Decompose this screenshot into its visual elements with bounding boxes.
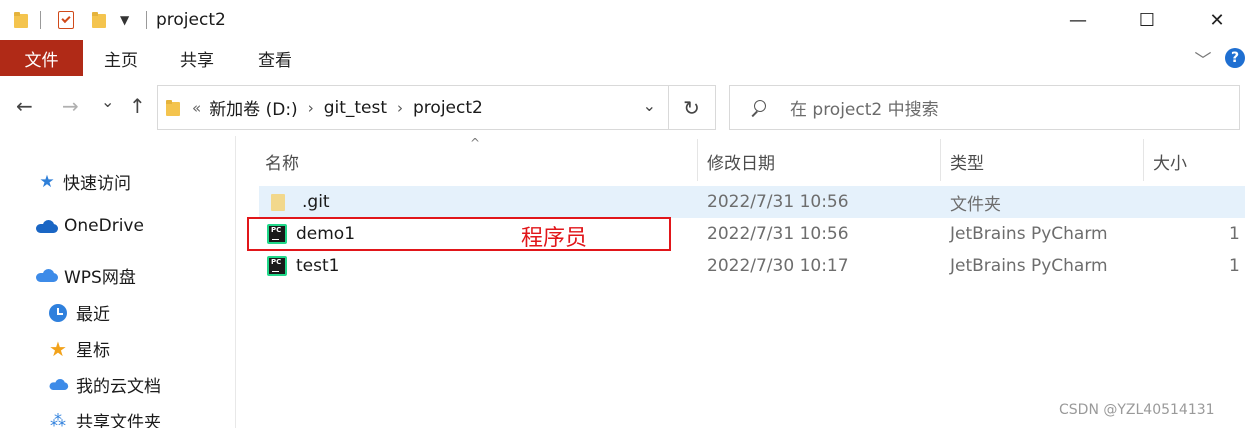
back-button[interactable]: ← xyxy=(16,94,33,118)
sidebar-item-label: 共享文件夹 xyxy=(76,413,161,428)
expand-ribbon-chevron-icon[interactable]: ﹀ xyxy=(1190,40,1216,76)
up-button[interactable]: ↑ xyxy=(129,94,146,118)
sort-ascending-icon: ^ xyxy=(470,136,481,150)
new-folder-icon[interactable] xyxy=(92,0,106,40)
sidebar-item-label: 我的云文档 xyxy=(76,377,161,397)
sidebar-item-cloud-docs[interactable]: 我的云文档 xyxy=(48,372,161,397)
column-header-name[interactable]: 名称 xyxy=(265,141,299,181)
sidebar-item-label: 星标 xyxy=(76,341,110,361)
file-size: 1 xyxy=(1229,256,1240,276)
tab-home[interactable]: 主页 xyxy=(96,40,146,76)
clock-icon xyxy=(48,303,68,322)
navigation-pane: ★ 快速访问 OneDrive WPS网盘 最近 ★ 星标 我的云文档 ⁂ 共享… xyxy=(0,136,236,428)
annotation-highlight-box xyxy=(247,217,671,251)
minimize-button[interactable]: — xyxy=(1055,0,1101,40)
file-type: JetBrains PyCharm xyxy=(950,224,1108,244)
sidebar-item-shared-folder[interactable]: ⁂ 共享文件夹 xyxy=(48,408,161,428)
pycharm-icon: PC xyxy=(267,256,287,276)
table-row[interactable]: .git 2022/7/31 10:56 文件夹 xyxy=(259,186,1245,218)
column-divider[interactable] xyxy=(1143,139,1144,181)
column-divider[interactable] xyxy=(697,139,698,181)
ribbon-tabs: 文件 主页 共享 查看 ﹀ ? xyxy=(0,40,1245,78)
tab-file[interactable]: 文件 xyxy=(0,40,83,76)
star-icon: ★ xyxy=(49,336,67,361)
sidebar-item-quick-access[interactable]: ★ 快速访问 xyxy=(37,169,131,195)
column-header-size[interactable]: 大小 xyxy=(1153,141,1187,181)
search-input[interactable]: 在 project2 中搜索 xyxy=(790,95,939,120)
sidebar-item-wps[interactable]: WPS网盘 xyxy=(35,263,136,288)
tab-view[interactable]: 查看 xyxy=(250,40,300,76)
breadcrumb-project2[interactable]: project2 xyxy=(413,98,483,118)
breadcrumb-separator-icon[interactable]: › xyxy=(397,99,403,117)
column-header-modified[interactable]: 修改日期 xyxy=(707,141,775,181)
search-icon xyxy=(750,99,766,116)
file-list: ^ 名称 修改日期 类型 大小 .git 2022/7/31 10:56 文件夹… xyxy=(237,136,1245,428)
file-modified: 2022/7/31 10:56 xyxy=(707,224,849,244)
sidebar-item-label: OneDrive xyxy=(64,216,144,236)
properties-icon[interactable] xyxy=(58,0,74,40)
navigation-bar: ← → ⌄ ↑ « 新加卷 (D:) › git_test › project2… xyxy=(0,78,1245,136)
column-header-type[interactable]: 类型 xyxy=(950,141,984,181)
table-row[interactable]: PC test1 2022/7/30 10:17 JetBrains PyCha… xyxy=(259,250,1245,282)
divider xyxy=(146,11,147,29)
breadcrumb-separator-icon[interactable]: › xyxy=(308,99,314,117)
cloud-icon xyxy=(48,376,69,394)
maximize-button[interactable]: ☐ xyxy=(1124,0,1170,40)
customize-toolbar-chevron-icon[interactable]: ▼ xyxy=(120,0,129,40)
address-bar[interactable]: « 新加卷 (D:) › git_test › project2 ⌄ xyxy=(157,85,669,130)
window-title: project2 xyxy=(156,10,226,30)
sidebar-item-label: 最近 xyxy=(76,305,110,325)
sidebar-item-label: 快速访问 xyxy=(63,174,131,194)
divider xyxy=(40,11,41,29)
annotation-label: 程序员 xyxy=(521,226,588,251)
watermark: CSDN @YZL40514131 xyxy=(1059,402,1215,418)
forward-button[interactable]: → xyxy=(62,94,79,118)
column-divider[interactable] xyxy=(940,139,941,181)
refresh-button[interactable]: ↻ xyxy=(668,85,716,130)
file-modified: 2022/7/30 10:17 xyxy=(707,256,849,276)
sidebar-item-recent[interactable]: 最近 xyxy=(48,300,110,325)
file-type: 文件夹 xyxy=(950,194,1001,215)
help-icon[interactable]: ? xyxy=(1225,48,1245,68)
address-dropdown-chevron-icon[interactable]: ⌄ xyxy=(643,96,656,115)
file-name: test1 xyxy=(296,256,340,276)
folder-icon xyxy=(14,0,28,40)
file-type: JetBrains PyCharm xyxy=(950,256,1108,276)
folder-icon xyxy=(271,193,285,211)
wps-cloud-icon xyxy=(35,267,59,285)
star-icon: ★ xyxy=(39,171,55,192)
overflow-chevron-icon[interactable]: « xyxy=(192,99,201,117)
close-button[interactable]: ✕ xyxy=(1194,0,1240,40)
tab-share[interactable]: 共享 xyxy=(172,40,222,76)
recent-locations-chevron-icon[interactable]: ⌄ xyxy=(101,92,114,111)
breadcrumb-drive[interactable]: 新加卷 (D:) xyxy=(209,95,298,120)
file-name: .git xyxy=(302,192,330,212)
sidebar-item-label: WPS网盘 xyxy=(64,268,136,288)
file-size: 1 xyxy=(1229,224,1240,244)
sidebar-item-onedrive[interactable]: OneDrive xyxy=(35,216,144,236)
file-modified: 2022/7/31 10:56 xyxy=(707,192,849,212)
search-box[interactable]: 在 project2 中搜索 xyxy=(729,85,1240,130)
folder-icon xyxy=(166,99,180,116)
cloud-icon xyxy=(35,217,59,235)
breadcrumb-git-test[interactable]: git_test xyxy=(324,98,387,118)
share-icon: ⁂ xyxy=(50,411,66,428)
title-bar: ▼ project2 — ☐ ✕ xyxy=(0,0,1245,40)
sidebar-item-starred[interactable]: ★ 星标 xyxy=(48,336,110,362)
